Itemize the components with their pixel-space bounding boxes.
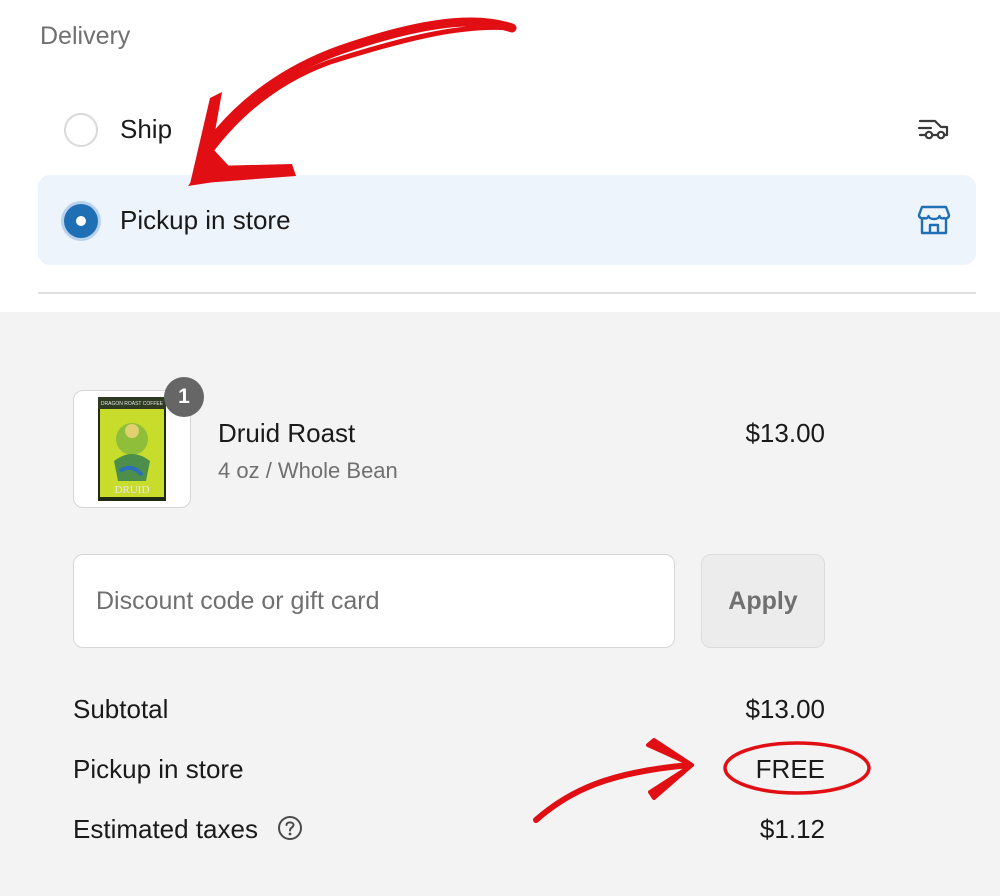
delivery-section: Delivery Ship Pickup in store: [0, 0, 1000, 312]
apply-button[interactable]: Apply: [701, 554, 825, 648]
discount-input[interactable]: [73, 554, 675, 648]
pickup-radio[interactable]: [64, 204, 98, 238]
subtotal-value: $13.00: [745, 694, 825, 724]
product-variant: 4 oz / Whole Bean: [218, 458, 398, 483]
delivery-title: Delivery: [40, 22, 131, 50]
subtotal-label: Subtotal: [73, 694, 169, 724]
help-icon[interactable]: [277, 815, 303, 841]
bag-brand-text: DRAGON ROAST COFFEE: [101, 401, 164, 407]
shipping-label: Pickup in store: [73, 754, 244, 784]
delivery-option-ship[interactable]: Ship: [38, 84, 976, 174]
product-price: $13.00: [745, 418, 825, 448]
ship-radio[interactable]: [64, 113, 98, 147]
divider: [38, 292, 976, 294]
quantity-badge: 1: [164, 377, 204, 417]
ship-label: Ship: [120, 114, 173, 144]
order-summary: DRAGON ROAST COFFEE DRUID 1 Druid Roast …: [0, 312, 1000, 896]
taxes-value: $1.12: [759, 814, 825, 844]
delivery-option-pickup[interactable]: Pickup in store: [38, 175, 976, 265]
shipping-value: FREE: [755, 754, 825, 784]
store-icon: [917, 205, 951, 235]
truck-icon: [917, 119, 949, 140]
taxes-label: Estimated taxes: [73, 814, 258, 844]
product-name: Druid Roast: [218, 418, 356, 448]
pickup-label: Pickup in store: [120, 205, 291, 235]
bag-name-text: DRUID: [115, 484, 150, 496]
